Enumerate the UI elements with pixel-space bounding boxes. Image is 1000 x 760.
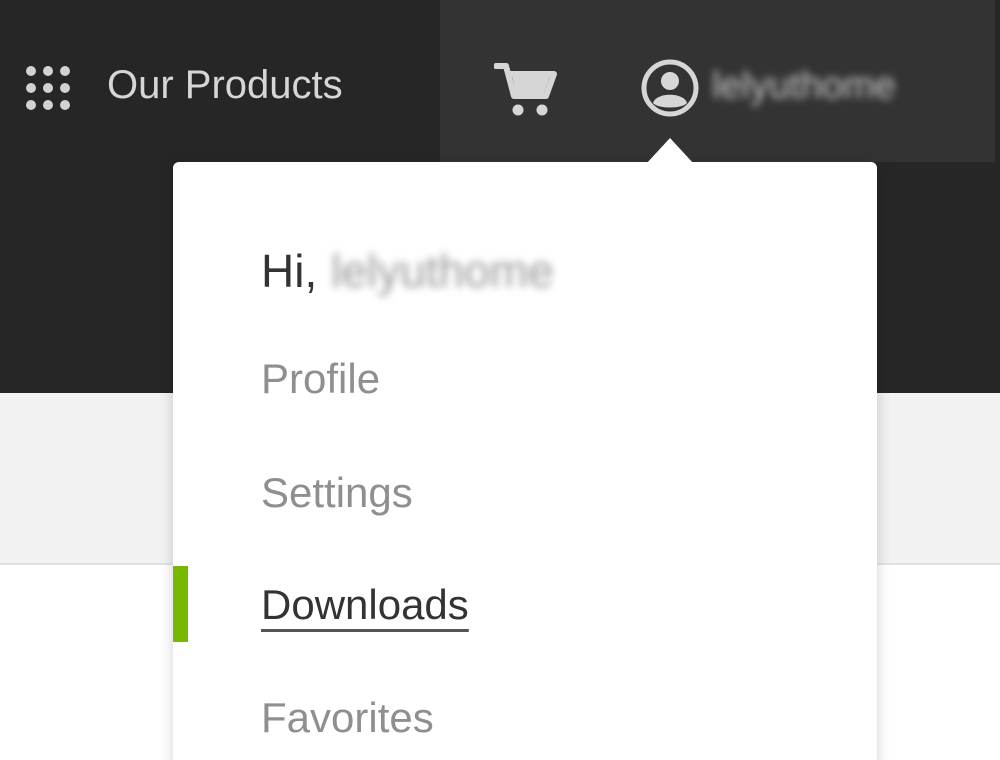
page: Our Products lelyuthome Hi, lelyuthome Pr… <box>0 0 1000 760</box>
greeting-text: Hi, <box>261 245 318 297</box>
greeting-username: lelyuthome <box>331 245 554 297</box>
username-label[interactable]: lelyuthome <box>712 64 896 108</box>
active-indicator <box>173 566 188 642</box>
user-circle-icon[interactable] <box>640 58 700 118</box>
account-dropdown-menu: Hi, lelyuthome Profile Settings Downloads… <box>173 162 877 760</box>
greeting: Hi, lelyuthome <box>261 244 554 298</box>
menu-item-settings[interactable]: Settings <box>261 468 413 518</box>
menu-item-downloads[interactable]: Downloads <box>261 580 469 630</box>
dropdown-caret <box>646 138 694 164</box>
menu-item-profile[interactable]: Profile <box>261 354 380 404</box>
our-products-link[interactable]: Our Products <box>107 62 343 108</box>
grid-icon[interactable] <box>26 66 70 110</box>
menu-item-favorites[interactable]: Favorites <box>261 693 434 743</box>
cart-icon[interactable] <box>493 60 558 118</box>
